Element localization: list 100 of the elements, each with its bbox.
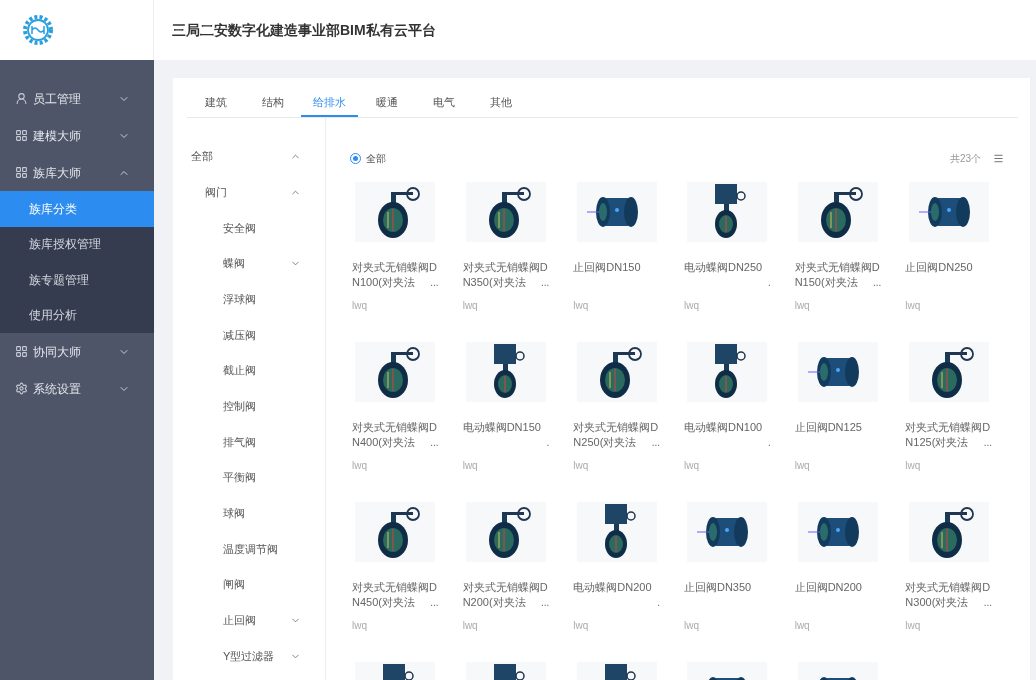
menu-item[interactable]: 建模大师 [0,117,154,154]
page-title: 三局二安数字化建造事业部BIM私有云平台 [172,20,436,40]
menu-item[interactable]: 员工管理 [0,80,154,117]
family-card[interactable]: 对夹式无销蝶阀D N400(对夹法 ... lwq [340,338,451,498]
ellipsis: . [767,436,771,450]
settings-icon [15,382,28,395]
family-name: N150(对夹法 [794,275,858,290]
family-card[interactable]: 止回阀DN150 lwq [561,178,672,338]
tree-item[interactable]: 止回阀 [187,602,325,639]
tree-item[interactable]: 排气阀 [187,424,325,460]
grid-icon [15,166,28,179]
ellipsis: ... [873,276,882,290]
family-card[interactable]: 电动蝶阀DN100 . lwq [672,338,783,498]
tree-item[interactable]: 蝶阀 [187,245,325,282]
family-card[interactable]: 对夹式无销蝶阀D N250(对夹法 ... lwq [561,338,672,498]
family-name: 止回阀DN250 [905,260,974,275]
author: lwq [794,619,811,633]
family-card[interactable]: 对夹式无销蝶阀D N200(对夹法 ... lwq [450,498,562,658]
family-card[interactable]: 对夹式无销蝶阀D N100(对夹法 ... lwq [340,178,451,338]
family-card[interactable]: 止回阀DN250 lwq [893,178,1004,338]
family-card[interactable]: 对夹式无销蝶阀D N350(对夹法 ... lwq [450,178,562,338]
tree-item[interactable]: Y型过滤器 [187,638,325,674]
ellipsis: ... [541,596,550,610]
ellipsis: ... [430,436,439,450]
tree-item[interactable]: 控制阀 [187,388,325,425]
author: lwq [462,619,479,633]
ellipsis: ... [983,436,992,450]
tab[interactable]: 结构 [244,89,301,117]
tree-item[interactable]: 减压阀 [187,317,325,353]
family-card[interactable]: 止回阀DN125 lwq [782,338,894,498]
family-name: N450(对夹法 [352,595,415,610]
family-card[interactable]: 对夹式无销蝶阀D N300(对夹法 ... lwq [893,498,1004,658]
author: lwq [352,459,368,473]
item-count: 共23个 [949,151,981,166]
family-card[interactable]: 对夹式无销蝶阀D N125(对夹法 ... lwq [893,338,1004,498]
tree-item[interactable]: 温度调节阀 [187,531,325,567]
grid-icon [15,129,28,142]
ellipsis: . [657,596,660,610]
family-name: N350(对夹法 [462,275,526,290]
tree-item[interactable]: 球阀 [187,495,325,532]
menu-item[interactable]: 系统设置 [0,370,154,407]
author: lwq [684,459,700,473]
ellipsis: ... [430,276,439,290]
family-name: 止回阀DN125 [794,420,863,435]
submenu-item[interactable]: 族库授权管理 [0,226,154,262]
tab[interactable]: 给排水 [301,89,358,117]
tree-item[interactable]: 阀门 [187,174,325,210]
family-name: 电动蝶阀DN200 [573,580,653,595]
family-name: N250(对夹法 [573,435,637,450]
author: lwq [573,459,590,473]
family-name: 对夹式无销蝶阀D [352,580,438,595]
tree-item[interactable]: 平衡阀 [187,459,325,496]
author: lwq [352,619,368,633]
tree-item[interactable]: 安全阀 [187,210,325,246]
ellipsis: ... [541,276,550,290]
author: lwq [352,299,368,313]
tab[interactable]: 其他 [472,89,529,117]
author: lwq [573,619,590,633]
menu-item[interactable]: 协同大师 [0,333,154,370]
family-name: 电动蝶阀DN150 [462,420,542,435]
family-name: N100(对夹法 [352,275,415,290]
author: lwq [794,299,811,313]
family-card[interactable]: 电动蝶阀DN200 . lwq [561,498,672,658]
author: lwq [684,619,700,633]
tab[interactable]: 建筑 [187,89,244,117]
tree-item[interactable]: 截止阀 [187,352,325,389]
family-card[interactable]: 对夹式无销蝶阀D N450(对夹法 ... lwq [340,498,451,658]
menu-item[interactable]: 族库大师 [0,154,154,191]
gear-logo-icon [22,14,54,46]
user-icon [15,92,28,105]
tab[interactable]: 电气 [415,89,472,117]
submenu-item[interactable]: 族专题管理 [0,262,154,298]
family-name: 电动蝶阀DN250 [684,260,764,275]
family-name: 对夹式无销蝶阀D [352,420,438,435]
family-name: 对夹式无销蝶阀D [794,260,881,275]
family-name: 对夹式无销蝶阀D [462,260,549,275]
author: lwq [794,459,811,473]
author: lwq [905,299,922,313]
family-card[interactable]: 电动蝶阀DN150 . lwq [450,338,562,498]
family-name: N400(对夹法 [352,435,415,450]
tab[interactable]: 暖通 [358,89,415,117]
family-card[interactable]: 电动蝶阀DN250 . lwq [672,178,783,338]
family-name: 电动蝶阀DN100 [684,420,764,435]
family-name: N125(对夹法 [905,435,969,450]
ellipsis: ... [983,596,992,610]
family-card[interactable]: 止回阀DN200 lwq [782,498,894,658]
tree-item[interactable]: 浮球阀 [187,281,325,318]
family-card[interactable]: 对夹式无销蝶阀D N150(对夹法 ... lwq [782,178,894,338]
family-name: N200(对夹法 [462,595,526,610]
tree-item[interactable]: 全部 [187,138,325,174]
family-name: N300(对夹法 [905,595,969,610]
author: lwq [905,619,922,633]
radio-option[interactable]: 全部 [350,150,386,166]
submenu-item[interactable]: 族库分类 [0,191,154,227]
list-view-icon[interactable] [993,152,1004,164]
family-card[interactable]: 止回阀DN350 lwq [672,498,783,658]
tree-item[interactable]: 闸阀 [187,566,325,603]
family-name: 对夹式无销蝶阀D [905,420,992,435]
submenu-item[interactable]: 使用分析 [0,297,154,333]
author: lwq [573,299,590,313]
